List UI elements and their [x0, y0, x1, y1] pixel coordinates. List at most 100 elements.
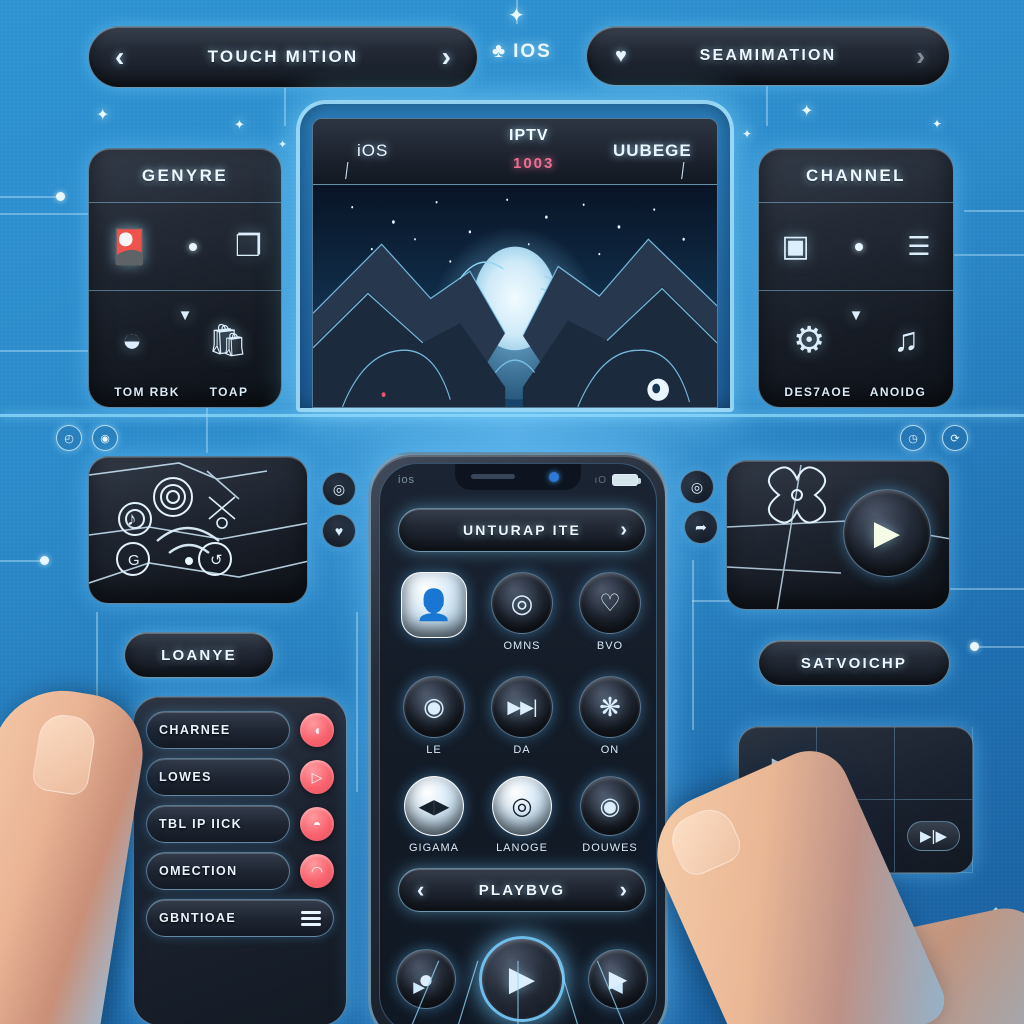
settings-gear-icon[interactable]: ⚙: [793, 319, 825, 361]
chevron-right-icon[interactable]: ›: [620, 519, 627, 542]
target-rings-icon[interactable]: ◎: [491, 572, 553, 634]
smartphone-remote[interactable]: ios ıO UNTURAP ITE › 👤 ◎ OMNS ♡ BVO ◉ LE…: [368, 452, 668, 1024]
music-note-icon[interactable]: ♫: [893, 321, 919, 360]
unturap-label: UNTURAP ITE: [462, 522, 582, 538]
tv-display[interactable]: iOS IPTV UUBEGE 1003 ╱ ╱: [296, 100, 734, 412]
grid-cell-blank[interactable]: [895, 727, 973, 800]
speaker-grille: [471, 474, 515, 479]
list-item-label[interactable]: CHARNEE: [146, 711, 290, 749]
loanye-label: LOANYE: [161, 646, 237, 664]
list-item-label[interactable]: LOWES: [146, 758, 290, 796]
heart-icon[interactable]: ♡: [579, 572, 641, 634]
list-item-label[interactable]: OMECTION: [146, 852, 290, 890]
phone-tile[interactable]: ◀▶ GIGAMA: [390, 776, 478, 854]
drop-icon[interactable]: ◓: [300, 807, 334, 841]
phone-tile[interactable]: ◉ LE: [390, 676, 478, 756]
leaf-icon[interactable]: ◖: [300, 713, 334, 747]
phone-tile[interactable]: ◎ OMNS: [478, 572, 566, 652]
fingerprint-icon[interactable]: ❋: [579, 676, 641, 738]
list-item[interactable]: CHARNEE ◖: [146, 711, 334, 749]
skip-forward-icon[interactable]: ▶|▶: [907, 821, 960, 851]
genre-icon-row-1[interactable]: 🎴 ❐: [89, 203, 281, 291]
grid-cell-cursor[interactable]: ✕: [739, 800, 817, 873]
phone-tile-label: LE: [426, 744, 442, 756]
swirl-icon[interactable]: ◠: [300, 854, 334, 888]
grid-cell-skip[interactable]: ▶|▶: [895, 800, 973, 873]
chevron-left-icon[interactable]: ‹: [417, 877, 424, 903]
channel-icon-row-2[interactable]: ⚙ ▼ ♫ DES7AOE ANOIDG: [759, 291, 953, 407]
loanye-header-pill[interactable]: LOANYE: [124, 632, 274, 678]
circuit-dot: [970, 642, 979, 651]
chevron-right-icon[interactable]: ›: [620, 877, 627, 903]
heart-icon[interactable]: ♥: [322, 514, 356, 548]
lock-bag-icon[interactable]: 🛍: [208, 321, 249, 359]
target-rings-icon[interactable]: ◎: [680, 470, 714, 504]
grid-cell-play[interactable]: ▶: [817, 800, 895, 873]
playback-nav-pill[interactable]: ‹ PLAYBVG ›: [398, 868, 646, 912]
channel-card[interactable]: CHANNEL ▣ ☰ ⚙ ▼ ♫ DES7AOE ANOIDG: [758, 148, 954, 408]
grid-cell-blank[interactable]: [817, 727, 895, 800]
rings-icon[interactable]: ◉: [580, 776, 640, 836]
status-dot: [854, 242, 863, 251]
record-dot-icon[interactable]: ◉: [92, 425, 118, 451]
list-item[interactable]: OMECTION ◠: [146, 852, 334, 890]
list-item[interactable]: GBNTIOAE: [146, 899, 334, 937]
phone-tile[interactable]: ◉ DOUWES: [566, 776, 654, 854]
transport-grid-panel[interactable]: ▶ ✕ ▶ ▶|▶: [738, 726, 974, 874]
circuit-line: [284, 86, 286, 126]
clock-icon[interactable]: ◷: [900, 425, 926, 451]
status-left-text: ios: [398, 474, 416, 486]
warning-diamond-icon: ◇: [986, 900, 1006, 930]
play-icon: ▶: [771, 755, 784, 772]
play-icon[interactable]: ▷: [300, 760, 334, 794]
channel-list-panel[interactable]: CHARNEE ◖ LOWES ▷ TBL IP IICK ◓ OMECTION…: [133, 696, 347, 1024]
sparkle-icon: ✦: [234, 117, 245, 132]
list-item[interactable]: LOWES ▷: [146, 758, 334, 796]
screen-canvas: ✦ ✦ ✦ ✦ ✦ ✦ ✦ ‹ TOUCH MITION › ♣ IOS ♥ S…: [0, 0, 1024, 1024]
grid-cell-play[interactable]: ▶: [739, 727, 817, 800]
lens-icon[interactable]: ◎: [492, 776, 552, 836]
seamimation-nav-pill[interactable]: ♥ SEAMIMATION ›: [586, 26, 950, 86]
sync-icon[interactable]: ⟳: [942, 425, 968, 451]
phone-tile-row-3: ◀▶ GIGAMA ◎ LANOGE ◉ DOUWES: [390, 776, 654, 854]
phone-tile[interactable]: ❋ ON: [566, 676, 654, 756]
connectivity-card[interactable]: G ↺ ♪: [88, 456, 308, 604]
phone-tile[interactable]: ▶▶| DA: [478, 676, 566, 756]
play-pause-icon[interactable]: ◀▶: [404, 776, 464, 836]
genre-card[interactable]: GENYRE 🎴 ❐ ◒ ▼ 🛍 TOM RBK TOAP: [88, 148, 282, 408]
user-profile-icon[interactable]: 👤: [401, 572, 467, 638]
playback-source-card[interactable]: ▶: [726, 460, 950, 610]
satvoichp-pill[interactable]: SATVOICHP: [758, 640, 950, 686]
phone-tile[interactable]: 👤: [390, 572, 478, 652]
phone-tile-label: DOUWES: [582, 842, 638, 854]
copy-window-icon[interactable]: ❐: [235, 229, 262, 264]
phone-tile[interactable]: ♡ BVO: [566, 572, 654, 652]
chevron-left-icon[interactable]: ‹: [115, 41, 124, 73]
unturap-ite-pill[interactable]: UNTURAP ITE ›: [398, 508, 646, 552]
touch-motion-nav-pill[interactable]: ‹ TOUCH MITION ›: [88, 26, 478, 88]
channel-icon-row-1[interactable]: ▣ ☰: [759, 203, 953, 291]
phone-tile[interactable]: ◎ LANOGE: [478, 776, 566, 854]
skip-forward-icon[interactable]: ▶▶|: [491, 676, 553, 738]
list-item-label[interactable]: TBL IP IICK: [146, 805, 290, 843]
genre-item-label-2: TOAP: [209, 385, 249, 399]
circuit-line: [0, 196, 60, 198]
compass-icon[interactable]: ◴: [56, 425, 82, 451]
chevron-right-icon[interactable]: ›: [916, 41, 925, 72]
split-screen-icon[interactable]: ▣: [781, 229, 809, 264]
chevron-right-icon[interactable]: ›: [442, 41, 451, 73]
list-lines-icon[interactable]: [301, 910, 321, 926]
disc-stack-icon[interactable]: ◒: [122, 321, 143, 360]
circuit-line: [940, 588, 1024, 590]
list-item[interactable]: TBL IP IICK ◓: [146, 805, 334, 843]
music-note-icon[interactable]: ♪: [127, 509, 137, 531]
target-rings-icon[interactable]: ◎: [322, 472, 356, 506]
genre-icon-row-2[interactable]: ◒ ▼ 🛍 TOM RBK TOAP: [89, 291, 281, 407]
play-button[interactable]: ▶: [843, 489, 931, 577]
rings-icon[interactable]: ◉: [403, 676, 465, 738]
list-lines-icon[interactable]: ☰: [907, 231, 930, 262]
pointer-icon[interactable]: ➦: [684, 510, 718, 544]
os-badge: ♣ IOS: [492, 40, 552, 63]
music-card-icon[interactable]: 🎴: [108, 227, 150, 267]
heart-icon[interactable]: ♥: [615, 45, 627, 68]
